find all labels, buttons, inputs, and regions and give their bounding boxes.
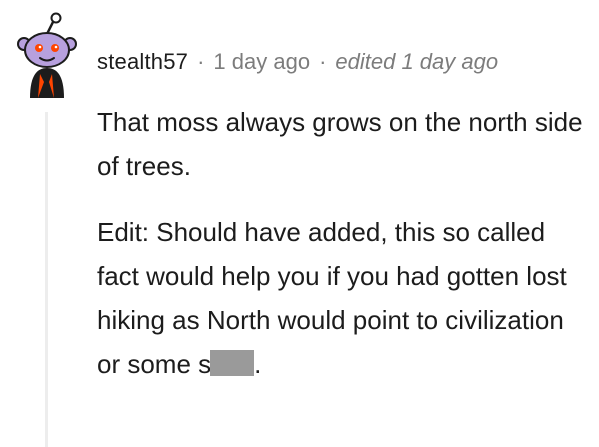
edited-label: edited 1 day ago (335, 49, 499, 74)
thread-collapse-line[interactable] (45, 112, 48, 447)
censor-block (210, 350, 255, 376)
comment-paragraph: That moss always grows on the north side… (97, 107, 583, 181)
posted-time[interactable]: 1 day ago (213, 49, 310, 75)
meta-separator: · (197, 49, 205, 74)
comment-meta: stealth57 · 1 day ago · edited 1 day ago (97, 46, 498, 78)
username-link[interactable]: stealth57 (97, 49, 188, 75)
snoo-avatar-icon[interactable] (16, 12, 82, 98)
comment-body: That moss always grows on the north side… (97, 100, 587, 386)
comment-paragraph: Edit: Should have added, this so called … (97, 210, 587, 386)
meta-separator: · (319, 49, 327, 74)
trailing-period: . (254, 349, 262, 379)
comment-paragraph-text: Edit: Should have added, this so called … (97, 217, 567, 379)
